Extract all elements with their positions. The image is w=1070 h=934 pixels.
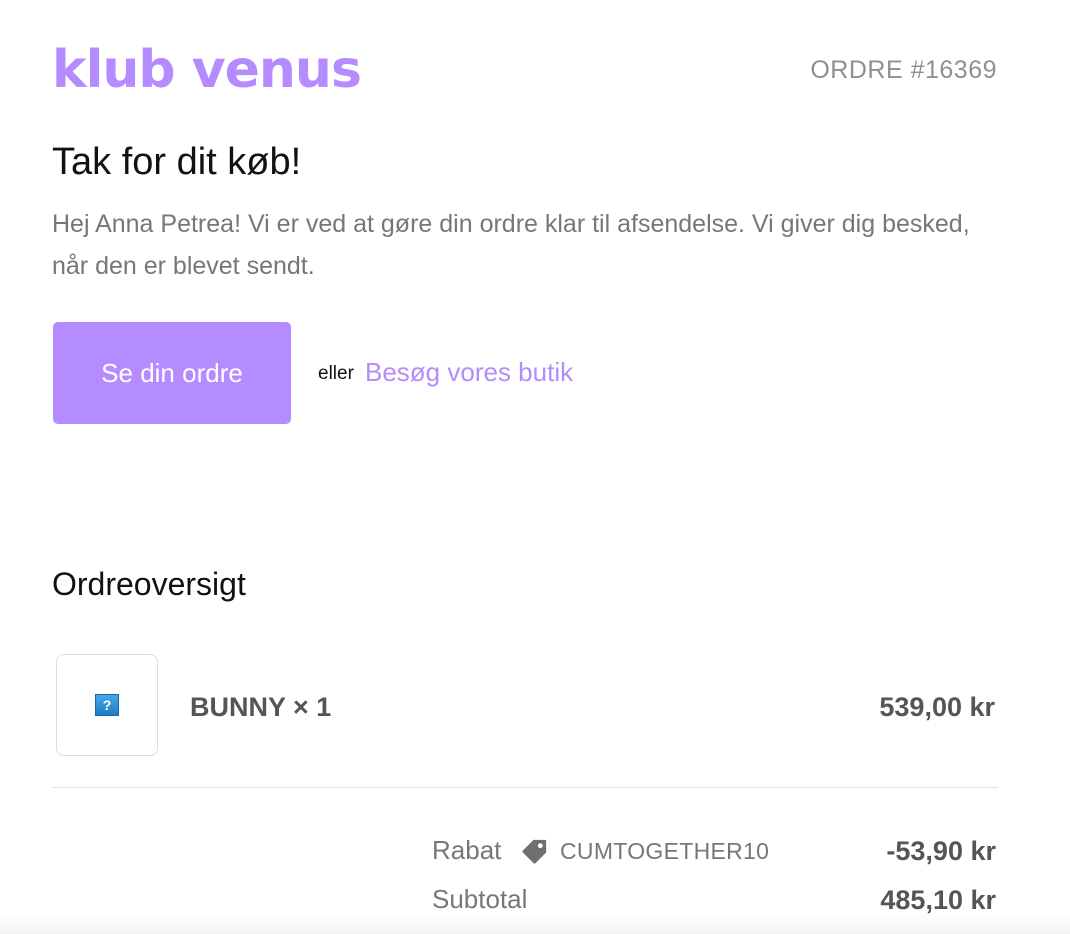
- summary-divider: [52, 787, 998, 788]
- brand-logo: klub venus: [52, 40, 362, 100]
- missing-image-icon: ?: [95, 694, 119, 716]
- subtotal-label: Subtotal: [432, 884, 528, 914]
- discount-code: CUMTOGETHER10: [519, 834, 769, 868]
- confirmation-message: Hej Anna Petrea! Vi er ved at gøre din o…: [52, 210, 970, 280]
- discount-label: Rabat: [432, 835, 502, 865]
- order-confirmation-email: klub venus ORDRE #16369 Tak for dit køb!…: [0, 0, 1070, 934]
- view-order-button[interactable]: Se din ordre: [53, 322, 291, 424]
- tag-icon: [522, 839, 547, 864]
- or-separator-text: eller: [318, 363, 354, 384]
- confirmation-title: Tak for dit køb!: [52, 141, 302, 183]
- product-price: 539,00 kr: [879, 692, 995, 722]
- email-header: klub venus ORDRE #16369: [52, 42, 997, 98]
- discount-code-text: CUMTOGETHER10: [560, 838, 770, 864]
- order-summary-title: Ordreoversigt: [52, 566, 246, 602]
- subtotal-value: 485,10 kr: [880, 885, 996, 915]
- product-thumbnail: ?: [56, 654, 158, 756]
- order-number: ORDRE #16369: [810, 56, 997, 84]
- visit-shop-link[interactable]: Besøg vores butik: [365, 356, 573, 388]
- product-name: BUNNY × 1: [190, 692, 332, 722]
- discount-value: -53,90 kr: [886, 836, 996, 866]
